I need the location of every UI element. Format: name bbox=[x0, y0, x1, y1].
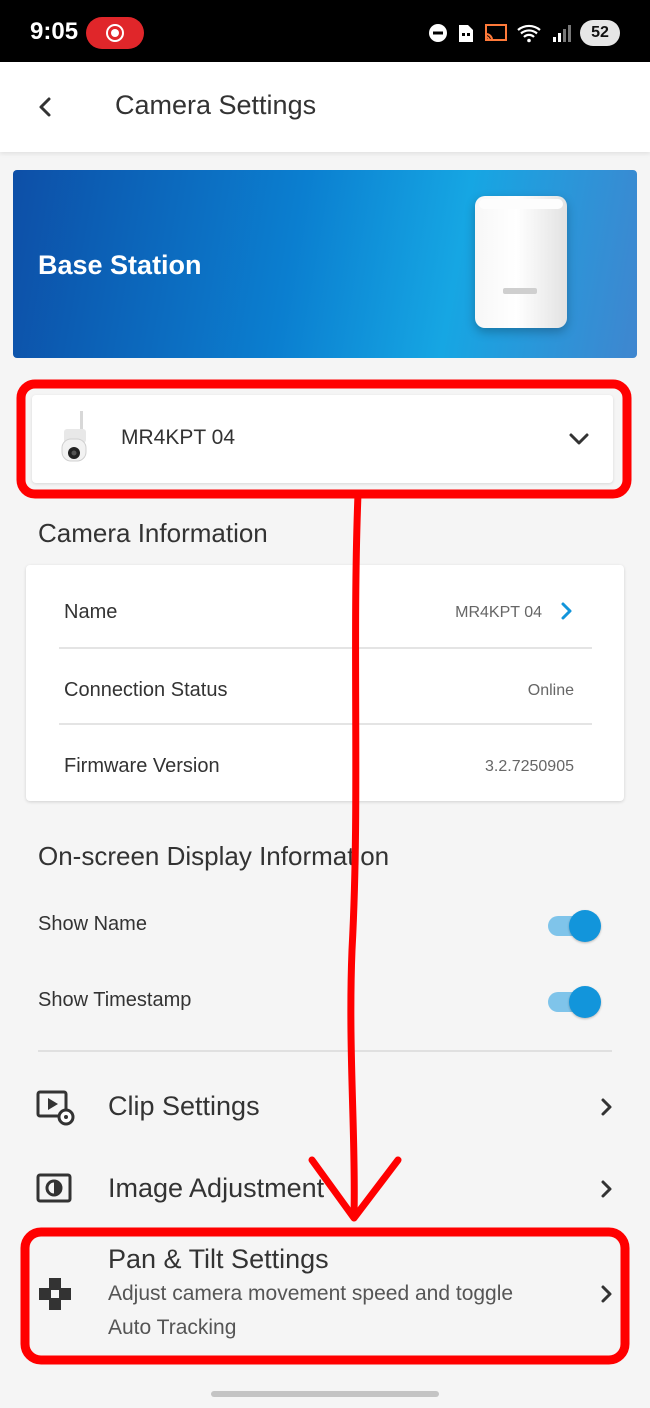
camera-information-card: Name MR4KPT 04 Connection Status Online … bbox=[26, 565, 624, 801]
clip-settings-item[interactable]: Clip Settings bbox=[30, 1072, 620, 1142]
chevron-right-icon bbox=[601, 1180, 612, 1198]
image-adjustment-icon bbox=[36, 1173, 72, 1203]
record-icon bbox=[106, 24, 124, 42]
wifi-icon bbox=[517, 24, 541, 43]
show-name-label: Show Name bbox=[38, 913, 147, 935]
dnd-icon bbox=[429, 24, 447, 42]
divider bbox=[38, 1050, 612, 1052]
status-time: 9:05 bbox=[30, 18, 79, 45]
battery-indicator: 52 bbox=[580, 20, 620, 46]
osd-heading: On-screen Display Information bbox=[38, 841, 390, 871]
chevron-right-icon bbox=[601, 1285, 612, 1303]
home-indicator[interactable] bbox=[211, 1391, 439, 1397]
name-label: Name bbox=[64, 601, 118, 623]
screen: 9:05 52 Camera Settings Base Station MR4… bbox=[0, 0, 650, 1408]
show-timestamp-label: Show Timestamp bbox=[38, 989, 192, 1011]
sim-icon bbox=[459, 25, 473, 42]
chevron-down-icon[interactable] bbox=[567, 427, 591, 451]
camera-information-heading: Camera Information bbox=[38, 518, 268, 548]
firmware-version-label: Firmware Version bbox=[64, 755, 220, 777]
selected-camera-name: MR4KPT 04 bbox=[121, 426, 235, 449]
cast-icon bbox=[485, 24, 507, 41]
page-title: Camera Settings bbox=[115, 90, 317, 120]
name-value: MR4KPT 04 bbox=[455, 604, 542, 621]
connection-status-label: Connection Status bbox=[64, 679, 228, 701]
firmware-version-value: 3.2.7250905 bbox=[485, 758, 574, 775]
show-timestamp-toggle[interactable] bbox=[548, 986, 601, 1018]
camera-thumbnail bbox=[61, 411, 87, 462]
chevron-right-icon bbox=[561, 602, 572, 620]
pan-tilt-description-line1: Adjust camera movement speed and toggle bbox=[108, 1282, 514, 1305]
back-button[interactable] bbox=[26, 87, 66, 127]
pan-tilt-description-line2: Auto Tracking bbox=[108, 1316, 237, 1339]
image-adjustment-item[interactable]: Image Adjustment bbox=[30, 1154, 620, 1224]
clip-settings-icon bbox=[36, 1090, 75, 1126]
screen-record-indicator[interactable] bbox=[86, 17, 144, 49]
pan-tilt-icon bbox=[39, 1278, 71, 1310]
status-bar: 9:05 52 bbox=[0, 0, 650, 62]
chevron-left-icon bbox=[39, 97, 51, 117]
app-bar: Camera Settings bbox=[0, 62, 650, 152]
name-row[interactable]: Name MR4KPT 04 bbox=[59, 571, 592, 647]
image-adjustment-label: Image Adjustment bbox=[108, 1173, 325, 1203]
chevron-right-icon bbox=[601, 1098, 612, 1116]
base-station-image bbox=[475, 196, 567, 328]
status-icons: 52 bbox=[427, 18, 620, 48]
show-name-row: Show Name bbox=[38, 904, 610, 944]
brand-logo bbox=[503, 288, 537, 294]
connection-status-row: Connection Status Online bbox=[59, 647, 592, 723]
signal-icon bbox=[553, 25, 571, 42]
clip-settings-label: Clip Settings bbox=[108, 1091, 260, 1121]
show-timestamp-row: Show Timestamp bbox=[38, 980, 610, 1020]
show-name-toggle[interactable] bbox=[548, 910, 601, 942]
pan-tilt-settings-label: Pan & Tilt Settings bbox=[108, 1244, 329, 1274]
connection-status-value: Online bbox=[527, 682, 574, 699]
base-station-banner[interactable]: Base Station bbox=[13, 170, 637, 358]
camera-selector[interactable]: MR4KPT 04 bbox=[32, 395, 613, 483]
pan-tilt-settings-item[interactable]: Pan & Tilt Settings Adjust camera moveme… bbox=[30, 1238, 620, 1348]
firmware-version-row: Firmware Version 3.2.7250905 bbox=[59, 723, 592, 799]
banner-title: Base Station bbox=[38, 250, 202, 280]
